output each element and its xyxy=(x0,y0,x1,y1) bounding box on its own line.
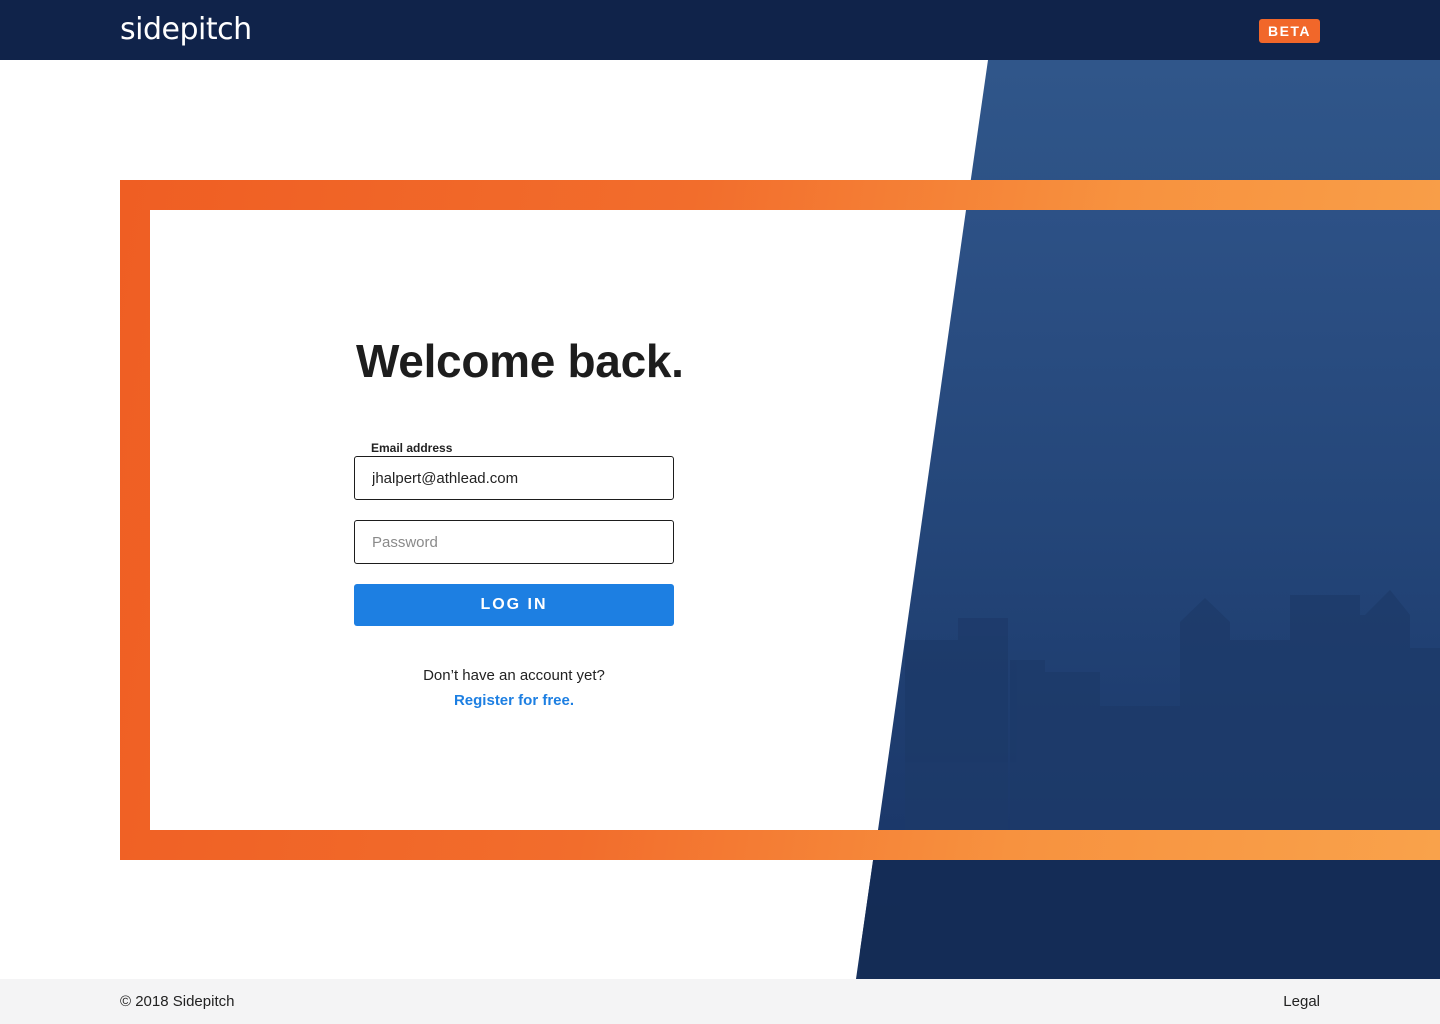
sidepitch-logo[interactable]: sidepitch xyxy=(120,10,252,50)
email-label: Email address xyxy=(371,441,453,455)
password-field[interactable] xyxy=(354,520,674,564)
copyright-text: © 2018 Sidepitch xyxy=(120,993,235,1010)
legal-link[interactable]: Legal xyxy=(1283,992,1320,1012)
no-account-text: Don’t have an account yet? xyxy=(423,667,605,684)
register-link[interactable]: Register for free. xyxy=(354,691,674,711)
login-card xyxy=(150,210,1440,830)
footer: © 2018 Sidepitch Legal xyxy=(0,979,1440,1024)
beta-badge: BETA xyxy=(1259,19,1320,43)
email-field[interactable] xyxy=(354,456,674,500)
login-button[interactable]: LOG IN xyxy=(354,584,674,626)
top-navbar: sidepitch BETA xyxy=(0,0,1440,60)
page-title: Welcome back. xyxy=(356,335,684,387)
